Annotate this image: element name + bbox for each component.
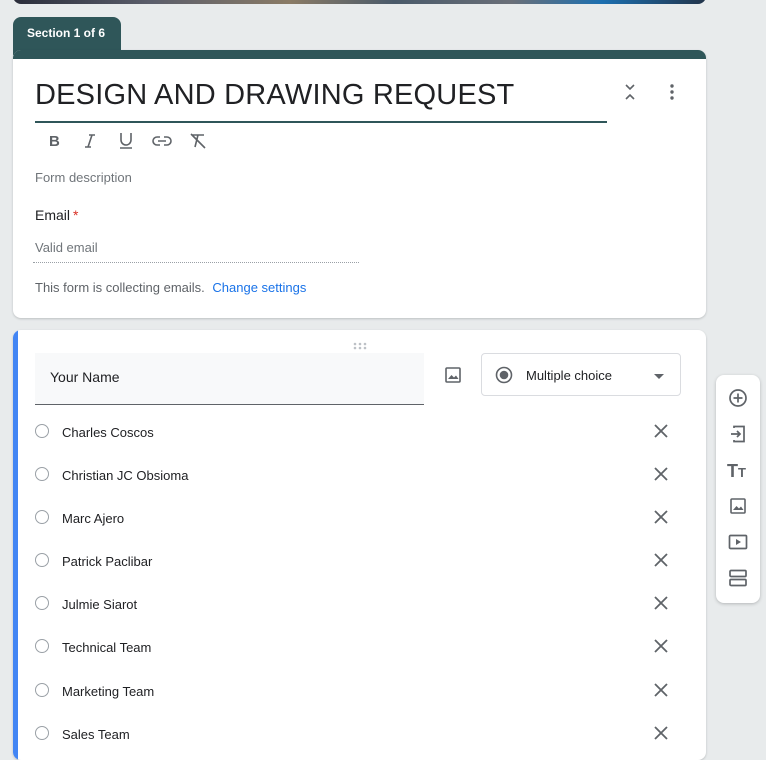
collapse-icon[interactable] <box>618 80 642 104</box>
option-row: Patrick Paclibar <box>13 546 706 578</box>
question-card[interactable]: Your Name Multiple choice Charles Coscos… <box>13 330 706 760</box>
question-type-dropdown[interactable]: Multiple choice <box>481 353 681 396</box>
add-section-icon[interactable] <box>726 566 750 590</box>
question-title-text: Your Name <box>50 369 120 385</box>
more-options-icon[interactable] <box>660 80 684 104</box>
remove-option-icon[interactable] <box>650 506 672 528</box>
svg-text:T: T <box>738 465 746 479</box>
change-settings-link[interactable]: Change settings <box>212 280 306 295</box>
header-image <box>13 0 706 4</box>
option-radio <box>35 467 49 481</box>
remove-option-icon[interactable] <box>650 635 672 657</box>
chevron-down-icon <box>654 374 664 379</box>
underline-icon[interactable] <box>114 130 138 152</box>
drag-handle-icon[interactable] <box>352 337 368 350</box>
option-row: Christian JC Obsioma <box>13 460 706 492</box>
section-tab-label: Section 1 of 6 <box>27 26 106 40</box>
email-placeholder: Valid email <box>35 240 98 255</box>
option-label[interactable]: Sales Team <box>62 727 130 742</box>
option-radio <box>35 510 49 524</box>
option-row: Charles Coscos <box>13 417 706 449</box>
add-question-icon[interactable] <box>726 386 750 410</box>
option-row: Technical Team <box>13 632 706 664</box>
remove-option-icon[interactable] <box>650 463 672 485</box>
option-label[interactable]: Marketing Team <box>62 684 154 699</box>
form-header-card[interactable]: DESIGN AND DRAWING REQUEST B Form descri… <box>13 50 706 318</box>
remove-option-icon[interactable] <box>650 420 672 442</box>
question-title-input[interactable]: Your Name <box>35 353 424 405</box>
form-description-field[interactable]: Form description <box>35 170 132 185</box>
form-title[interactable]: DESIGN AND DRAWING REQUEST <box>35 78 607 112</box>
import-questions-icon[interactable] <box>726 422 750 446</box>
collecting-emails-text: This form is collecting emails. <box>35 280 205 295</box>
option-radio <box>35 596 49 610</box>
remove-option-icon[interactable] <box>650 549 672 571</box>
email-label: Email * <box>35 207 78 223</box>
option-label[interactable]: Christian JC Obsioma <box>62 468 188 483</box>
link-icon[interactable] <box>150 130 174 152</box>
option-label[interactable]: Julmie Siarot <box>62 597 137 612</box>
question-type-label: Multiple choice <box>526 368 612 383</box>
italic-icon[interactable] <box>78 130 102 152</box>
option-radio <box>35 683 49 697</box>
formatting-toolbar: B <box>42 130 210 152</box>
option-radio <box>35 726 49 740</box>
add-image-icon[interactable] <box>441 363 465 387</box>
option-label[interactable]: Marc Ajero <box>62 511 124 526</box>
radio-button-icon <box>495 366 513 389</box>
floating-toolbar: TT <box>716 375 760 603</box>
option-radio <box>35 639 49 653</box>
option-row: Marketing Team <box>13 676 706 708</box>
svg-text:T: T <box>727 461 738 479</box>
option-row: Marc Ajero <box>13 503 706 535</box>
add-title-icon[interactable]: TT <box>726 458 750 482</box>
add-image-icon[interactable] <box>726 494 750 518</box>
remove-option-icon[interactable] <box>650 592 672 614</box>
svg-text:B: B <box>49 133 60 149</box>
header-accent-bar <box>13 50 706 59</box>
option-radio <box>35 424 49 438</box>
collecting-emails-note: This form is collecting emails. Change s… <box>35 280 306 295</box>
option-label[interactable]: Charles Coscos <box>62 425 154 440</box>
required-asterisk: * <box>73 207 79 223</box>
option-row: Julmie Siarot <box>13 589 706 621</box>
bold-icon[interactable]: B <box>42 130 66 152</box>
title-underline <box>35 121 607 123</box>
email-field: Valid email <box>33 238 359 263</box>
remove-option-icon[interactable] <box>650 679 672 701</box>
option-radio <box>35 553 49 567</box>
option-label[interactable]: Patrick Paclibar <box>62 554 152 569</box>
clear-format-icon[interactable] <box>186 130 210 152</box>
option-row: Sales Team <box>13 719 706 751</box>
option-label[interactable]: Technical Team <box>62 640 151 655</box>
add-video-icon[interactable] <box>726 530 750 554</box>
email-label-text: Email <box>35 207 71 223</box>
